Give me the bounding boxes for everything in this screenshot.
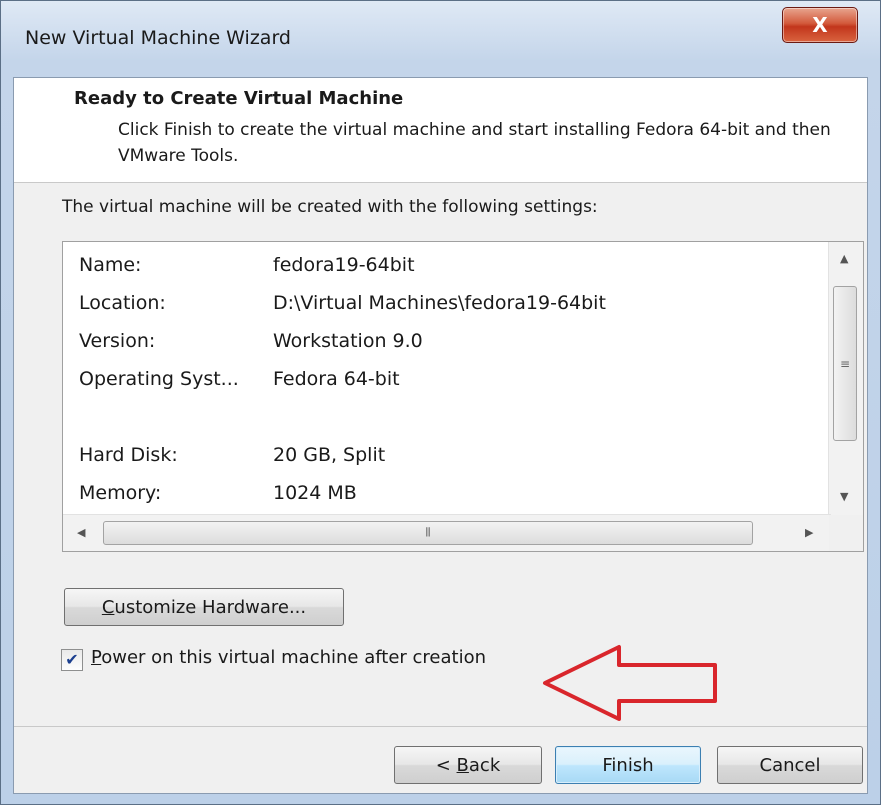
button-label: Finish — [602, 754, 654, 776]
wizard-header: Ready to Create Virtual Machine Click Fi… — [14, 78, 867, 183]
dialog-client-area: Ready to Create Virtual Machine Click Fi… — [13, 77, 868, 794]
annotation-arrow-icon — [543, 645, 717, 721]
setting-value: fedora19-64bit — [273, 254, 415, 276]
horizontal-scrollbar[interactable]: ◀ ⦀ ▶ — [63, 514, 831, 551]
button-label: < — [435, 754, 457, 776]
checkbox-label-text: ower on this virtual machine after creat… — [101, 647, 486, 668]
customize-hardware-button[interactable]: Customize Hardware... — [64, 588, 344, 626]
footer-divider — [14, 726, 867, 727]
finish-button[interactable]: Finish — [555, 746, 701, 784]
setting-label: Version: — [79, 330, 156, 352]
scroll-right-arrow-icon[interactable]: ▶ — [805, 526, 813, 539]
setting-label: Operating Syst... — [79, 368, 239, 390]
button-label: Cancel — [759, 754, 821, 776]
setting-label: Hard Disk: — [79, 444, 178, 466]
power-on-checkbox[interactable]: ✔ — [61, 649, 83, 671]
setting-label: Location: — [79, 292, 166, 314]
title-bar[interactable]: New Virtual Machine Wizard X — [1, 1, 880, 77]
page-title: Ready to Create Virtual Machine — [74, 88, 404, 109]
settings-row-name: Name: fedora19-64bit — [79, 248, 819, 286]
window-title: New Virtual Machine Wizard — [25, 27, 291, 49]
setting-value: 1024 MB — [273, 482, 357, 504]
setting-value: D:\Virtual Machines\fedora19-64bit — [273, 292, 606, 314]
scroll-down-arrow-icon[interactable]: ▼ — [840, 490, 848, 503]
setting-value: Fedora 64-bit — [273, 368, 400, 390]
settings-row-os: Operating Syst... Fedora 64-bit — [79, 362, 819, 400]
scroll-grip-icon: ⦀ — [425, 525, 431, 540]
close-icon: X — [812, 13, 828, 37]
button-label: ustomize Hardware... — [114, 596, 307, 618]
accelerator-key: C — [101, 596, 115, 618]
wizard-window: New Virtual Machine Wizard X Ready to Cr… — [0, 0, 881, 805]
vertical-scroll-thumb[interactable]: ≡ — [833, 286, 857, 441]
back-button[interactable]: < Back — [394, 746, 542, 784]
setting-label: Memory: — [79, 482, 162, 504]
scroll-grip-icon: ≡ — [839, 356, 851, 371]
settings-row-location: Location: D:\Virtual Machines\fedora19-6… — [79, 286, 819, 324]
checkmark-icon: ✔ — [65, 650, 79, 669]
settings-intro-text: The virtual machine will be created with… — [62, 197, 598, 217]
accelerator-key: B — [456, 754, 469, 776]
cancel-button[interactable]: Cancel — [717, 746, 863, 784]
settings-row-version: Version: Workstation 9.0 — [79, 324, 819, 362]
scroll-left-arrow-icon[interactable]: ◀ — [77, 526, 85, 539]
settings-row-hard-disk: Hard Disk: 20 GB, Split — [79, 438, 819, 476]
scroll-up-arrow-icon[interactable]: ▲ — [840, 252, 848, 265]
settings-row-memory: Memory: 1024 MB — [79, 476, 819, 514]
close-button[interactable]: X — [782, 7, 858, 43]
scrollbar-corner — [829, 515, 863, 551]
vertical-scrollbar[interactable]: ▲ ≡ ▼ — [828, 242, 863, 515]
power-on-label[interactable]: Power on this virtual machine after crea… — [91, 647, 486, 668]
settings-list[interactable]: Name: fedora19-64bit Location: D:\Virtua… — [62, 241, 864, 552]
button-label: ack — [468, 754, 501, 776]
accelerator-key: P — [91, 647, 102, 668]
page-description: Click Finish to create the virtual machi… — [118, 120, 831, 166]
setting-value: 20 GB, Split — [273, 444, 386, 466]
setting-label: Name: — [79, 254, 142, 276]
horizontal-scroll-thumb[interactable]: ⦀ — [103, 521, 753, 545]
setting-value: Workstation 9.0 — [273, 330, 423, 352]
